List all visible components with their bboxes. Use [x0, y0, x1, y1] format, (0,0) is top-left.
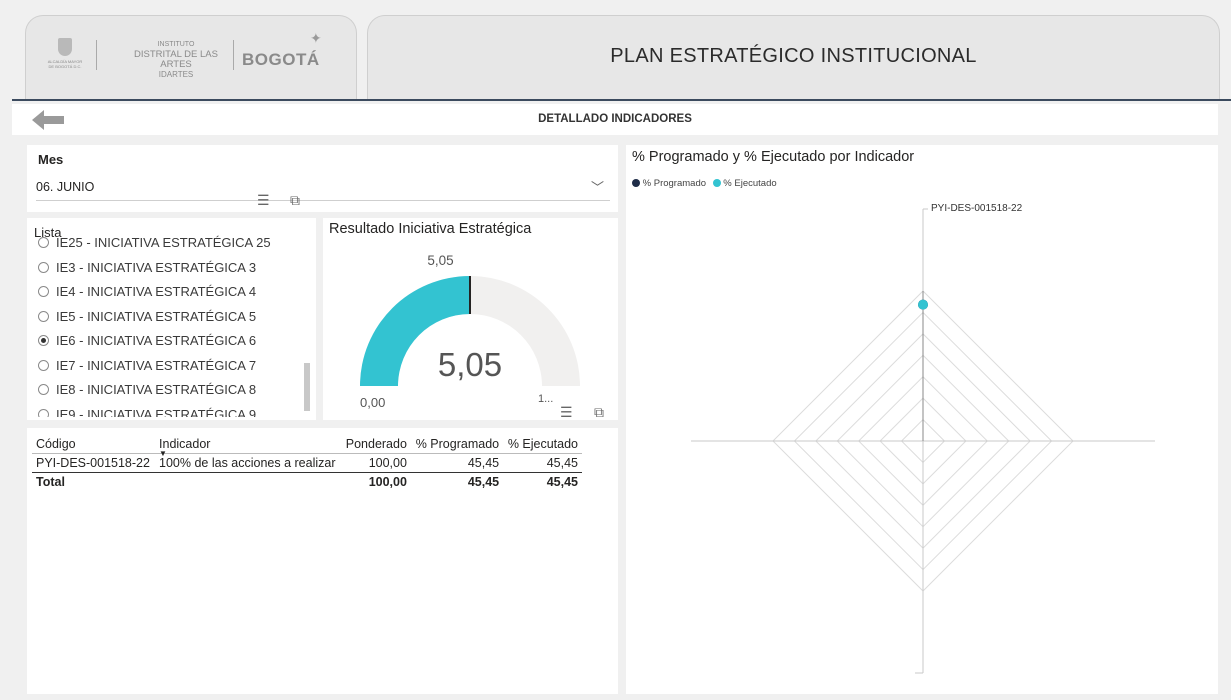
cell-programado: 45,45 [467, 456, 500, 470]
filter-icon[interactable]: ☰ [257, 192, 270, 209]
radar-chart [691, 208, 1155, 674]
list-item-label: IE3 - INICIATIVA ESTRATÉGICA 3 [56, 259, 257, 275]
table-row[interactable]: PYI-DES-001518-22 100% de las acciones a… [32, 454, 582, 473]
list-item-label: IE5 - INICIATIVA ESTRATÉGICA 5 [56, 308, 257, 324]
list-item-label: IE7 - INICIATIVA ESTRATÉGICA 7 [56, 357, 257, 373]
cell-ejecutado: 45,45 [546, 456, 578, 470]
list-item[interactable]: IE3 - INICIATIVA ESTRATÉGICA 3 [38, 260, 256, 275]
col-ejecutado[interactable]: % Ejecutado [503, 435, 582, 454]
gauge-chart [360, 276, 580, 386]
logo-area: ALCALDÍA MAYOR DE BOGOTÁ D.C. INSTITUTO … [25, 15, 357, 100]
list-item-label: IE8 - INICIATIVA ESTRATÉGICA 8 [56, 382, 257, 397]
month-slicer-panel: Mes 06. JUNIO ﹀ ☰ ⧉ [27, 145, 618, 212]
gauge-target-label: 5,05 [427, 253, 454, 268]
idartes-line2: DISTRITAL DE LAS ARTES [134, 49, 218, 70]
header-title-box: PLAN ESTRATÉGICO INSTITUCIONAL [367, 15, 1220, 100]
filter-icon[interactable]: ☰ [560, 404, 573, 421]
radio-icon[interactable] [38, 261, 49, 273]
list-item[interactable]: IE6 - INICIATIVA ESTRATÉGICA 6 [38, 333, 256, 348]
indicator-table-panel: Código Indicador ▼ Ponderado % Programad… [27, 428, 618, 694]
radar-point-ejecutado [918, 299, 928, 310]
table-header-row: Código Indicador ▼ Ponderado % Programad… [32, 435, 582, 458]
gauge-min-label: 0,00 [360, 395, 386, 410]
list-item-label: IE6 - INICIATIVA ESTRATÉGICA 6 [56, 333, 257, 348]
cell-indicador: 100% de las acciones a realizar [159, 456, 336, 470]
total-indicador [155, 473, 341, 492]
header-divider [12, 99, 1231, 101]
radio-icon[interactable] [38, 359, 49, 371]
month-slicer-label: Mes [38, 152, 64, 167]
month-dropdown-value: 06. JUNIO [36, 180, 95, 194]
radio-icon[interactable] [38, 335, 49, 347]
col-ponderado[interactable]: Ponderado [341, 435, 411, 454]
subheader-bar: DETALLADO INDICADORES [12, 104, 1218, 135]
month-dropdown[interactable]: 06. JUNIO ﹀ [36, 174, 610, 201]
gauge-value: 5,05 [437, 346, 503, 383]
gauge-max-label: 1... [538, 393, 554, 405]
total-label: Total [36, 475, 65, 489]
idartes-line3: IDARTES [158, 70, 194, 79]
page-title: PLAN ESTRATÉGICO INSTITUCIONAL [610, 45, 977, 67]
focus-mode-icon[interactable]: ⧉ [594, 404, 604, 421]
logo-divider-2 [233, 40, 234, 70]
list-item-label: IE25 - INICIATIVA ESTRATÉGICA 25 [56, 235, 271, 250]
list-item[interactable]: IE5 - INICIATIVA ESTRATÉGICA 5 [38, 309, 256, 324]
alcaldia-label: ALCALDÍA MAYOR DE BOGOTÁ D.C. [47, 59, 83, 69]
sort-desc-icon: ▼ [159, 449, 167, 458]
radio-icon[interactable] [38, 286, 49, 298]
col-codigo[interactable]: Código [32, 435, 155, 454]
col-programado[interactable]: % Programado [411, 435, 503, 454]
cell-codigo: PYI-DES-001518-22 [36, 456, 150, 470]
logo-divider [96, 40, 97, 70]
list-item[interactable]: IE25 - INICIATIVA ESTRATÉGICA 25 [38, 235, 271, 250]
radio-icon[interactable] [38, 237, 49, 249]
radar-panel: % Programado y % Ejecutado por Indicador… [626, 145, 1218, 694]
alcaldia-shield-icon [58, 38, 72, 56]
gauge-panel: Resultado Iniciativa Estratégica 5,05 5,… [323, 218, 618, 420]
list-item[interactable]: IE7 - INICIATIVA ESTRATÉGICA 7 [38, 358, 256, 373]
focus-mode-icon[interactable]: ⧉ [290, 192, 300, 209]
total-ejecutado: 45,45 [546, 475, 578, 489]
total-ponderado: 100,00 [368, 475, 407, 489]
star-icon: ✦ [310, 30, 322, 46]
list-item[interactable]: IE8 - INICIATIVA ESTRATÉGICA 8 [38, 382, 256, 397]
chevron-down-icon: ﹀ [590, 180, 604, 195]
col-indicador[interactable]: Indicador ▼ [155, 435, 341, 458]
table-total-row: Total 100,00 45,45 45,45 [32, 473, 582, 492]
indicator-table: Código Indicador ▼ Ponderado % Programad… [32, 435, 582, 491]
list-scrollbar[interactable] [304, 363, 310, 411]
total-programado: 45,45 [467, 475, 500, 489]
cell-ponderado: 100,00 [368, 456, 407, 470]
list-item[interactable]: IE4 - INICIATIVA ESTRATÉGICA 4 [38, 284, 256, 299]
idartes-logo: INSTITUTO DISTRITAL DE LAS ARTES IDARTES [121, 40, 231, 80]
subheader-title: DETALLADO INDICADORES [538, 113, 692, 125]
radio-icon[interactable] [38, 310, 49, 322]
bogota-logo: BOGOTÁ [242, 50, 320, 69]
radio-icon[interactable] [38, 384, 49, 396]
list-item-label: IE4 - INICIATIVA ESTRATÉGICA 4 [56, 284, 257, 299]
